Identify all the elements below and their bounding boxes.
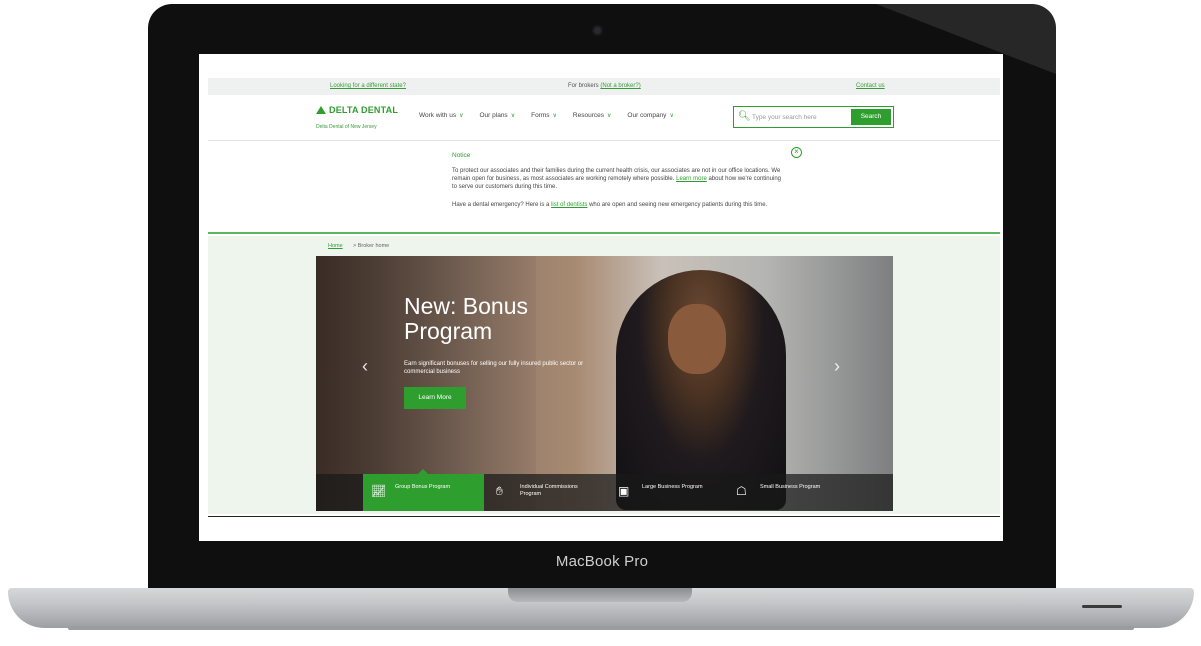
brokers-label: For brokers <box>568 83 599 89</box>
logo-text: DELTA DENTAL <box>329 105 399 115</box>
tab-label: Individual Commissions Program <box>520 484 578 497</box>
breadcrumb-home[interactable]: Home <box>328 243 343 249</box>
different-state-link[interactable]: Looking for a different state? <box>330 83 406 89</box>
nav-label: Work with us <box>419 112 457 119</box>
main-header: DELTA DENTAL Delta Dental of New Jersey … <box>208 95 1000 141</box>
tab-individual-commissions[interactable]: ✋︎ Individual Commissions Program <box>488 474 608 511</box>
hero-subtitle: Earn significant bonuses for selling our… <box>404 361 584 375</box>
laptop-brand-label: MacBook Pro <box>555 553 649 570</box>
notice-paragraph-2: Have a dental emergency? Here is a list … <box>452 201 787 209</box>
chart-up-icon: 📈︎ <box>371 484 387 498</box>
hero-title: New: Bonus Program <box>404 293 529 344</box>
list-of-dentists-link[interactable]: list of dentists <box>551 202 587 208</box>
browser-screen: Looking for a different state? For broke… <box>199 54 1003 541</box>
hero-carousel: New: Bonus Program Earn significant bonu… <box>316 256 893 511</box>
building-icon: ▣ <box>618 484 630 498</box>
tab-label: Large Business Program <box>642 484 703 490</box>
delta-triangle-icon <box>316 106 326 114</box>
delta-dental-logo[interactable]: DELTA DENTAL <box>316 105 398 115</box>
laptop-mockup: MacBook Pro Looking for a different stat… <box>0 0 1201 646</box>
notice-text: who are open and seeing new emergency pa… <box>587 202 768 208</box>
page-divider <box>208 516 1000 517</box>
base-foot <box>68 626 1134 630</box>
brokers-notice: For brokers (Not a broker?) <box>568 83 641 89</box>
drive-slot <box>1082 605 1122 608</box>
learn-more-link[interactable]: Learn more <box>676 176 707 182</box>
tab-large-business[interactable]: ▣ Large Business Program <box>610 474 728 511</box>
nav-our-plans[interactable]: Our plans ∨ <box>480 112 516 119</box>
chevron-down-icon: ∨ <box>510 113 516 119</box>
nav-label: Our plans <box>479 112 508 119</box>
search-box: 🔍︎ Type your search here Search <box>733 106 894 128</box>
chevron-left-icon[interactable]: ‹ <box>362 356 368 377</box>
tab-label: Small Business Program <box>760 484 821 490</box>
nav-label: Forms <box>531 112 550 119</box>
contact-link[interactable]: Contact us <box>856 83 885 89</box>
lid-notch <box>508 588 692 602</box>
nav-our-company[interactable]: Our company ∨ <box>627 112 673 119</box>
nav-resources[interactable]: Resources ∨ <box>573 112 611 119</box>
camera-icon <box>594 27 601 34</box>
learn-more-button[interactable]: Learn More <box>404 387 466 409</box>
laptop-base <box>8 588 1194 630</box>
chevron-down-icon: ∨ <box>607 113 612 119</box>
hand-coin-icon: ✋︎ <box>496 484 503 498</box>
tab-label: Group Bonus Program <box>395 484 451 490</box>
close-icon[interactable]: × <box>791 147 802 158</box>
logo-subtitle: Delta Dental of New Jersey <box>316 124 377 130</box>
search-icon: 🔍︎ <box>738 111 751 122</box>
nav-label: Resources <box>572 112 604 119</box>
breadcrumb: Home > Broker home <box>208 236 1000 256</box>
nav-forms[interactable]: Forms ∨ <box>531 112 557 119</box>
chevron-down-icon: ∨ <box>552 113 557 119</box>
search-input[interactable]: Type your search here <box>752 114 817 121</box>
main-nav: Work with us ∨ Our plans ∨ Forms ∨ Resource… <box>419 112 674 119</box>
notice-title: Notice <box>452 152 471 159</box>
chevron-down-icon: ∨ <box>459 113 464 119</box>
program-tabs: 📈︎ Group Bonus Program ✋︎ Individual Com… <box>316 469 893 511</box>
chevron-down-icon: ∨ <box>669 113 674 119</box>
nav-label: Our company <box>627 112 667 119</box>
store-icon: ☖ <box>736 484 747 498</box>
notice-paragraph-1: To protect our associates and their fami… <box>452 167 787 191</box>
breadcrumb-current: > Broker home <box>353 243 390 249</box>
chevron-right-icon[interactable]: › <box>834 356 840 377</box>
not-broker-link[interactable]: (Not a broker?) <box>600 83 640 89</box>
hero-photo-face <box>668 304 726 374</box>
notice-text: Have a dental emergency? Here is a <box>452 202 552 208</box>
tab-group-bonus[interactable]: 📈︎ Group Bonus Program <box>363 469 484 511</box>
nav-work-with-us[interactable]: Work with us ∨ <box>419 112 464 119</box>
notice-banner: Notice × To protect our associates and t… <box>208 142 1000 234</box>
tab-small-business[interactable]: ☖ Small Business Program <box>728 474 858 511</box>
utility-bar: Looking for a different state? For broke… <box>208 78 1000 95</box>
search-button[interactable]: Search <box>851 109 891 125</box>
